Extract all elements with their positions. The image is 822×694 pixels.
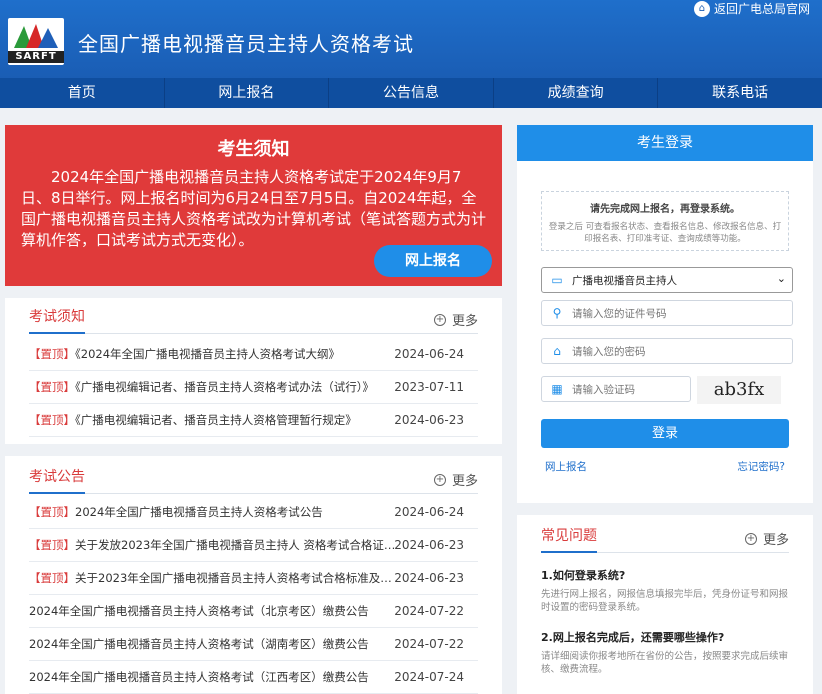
exam-notice-title: 考试须知	[29, 306, 85, 334]
item-date: 2024-06-23	[394, 571, 464, 585]
online-registration-button[interactable]: 网上报名	[374, 245, 492, 277]
item-date: 2024-07-22	[394, 637, 464, 651]
item-title: 2024年全国广播电视播音员主持人资格考试（北京考区）缴费公告	[29, 604, 369, 618]
plus-icon: +	[433, 473, 446, 486]
faq-answer: 请详细阅读你报考地所在省份的公告，按照要求完成后续审核、缴费流程。	[541, 651, 789, 675]
id-number-input[interactable]: ⚲ 请输入您的证件号码	[541, 300, 793, 326]
item-date: 2024-06-24	[394, 347, 464, 361]
site-title: 全国广播电视播音员主持人资格考试	[78, 32, 414, 56]
password-placeholder: 请输入您的密码	[572, 345, 646, 358]
exam-notice-more-link[interactable]: + 更多	[433, 310, 478, 329]
exam-announcement-header: 考试公告 + 更多	[29, 462, 478, 494]
list-item[interactable]: 【置顶】《2024年全国广播电视播音员主持人资格考试大纲》 2024-06-24	[29, 338, 478, 371]
item-title: 关于发放2023年全国广播电视播音员主持人 资格考试合格证电...	[75, 538, 401, 552]
faq-more-link[interactable]: + 更多	[744, 529, 789, 548]
exam-notice-header: 考试须知 + 更多	[29, 302, 478, 334]
item-title: 关于2023年全国广播电视播音员主持人资格考试合格标准及有...	[75, 571, 401, 585]
number-pad-icon: ▦	[551, 382, 563, 396]
return-link-label: 返回广电总局官网	[713, 2, 810, 16]
notice-body: 2024年全国广播电视播音员主持人资格考试定于2024年9月7日、8日举行。网上…	[21, 167, 491, 251]
password-input[interactable]: ⌂ 请输入您的密码	[541, 338, 793, 364]
pinned-tag: 【置顶】	[29, 505, 75, 519]
card-icon: ▭	[551, 273, 563, 287]
plus-icon: +	[744, 532, 757, 545]
nav-contact[interactable]: 联系电话	[658, 78, 822, 108]
lock-icon: ⌂	[553, 344, 561, 358]
item-date: 2023-07-11	[394, 380, 464, 394]
plus-icon: +	[433, 313, 446, 326]
item-title: 《广播电视编辑记者、播音员主持人资格管理暂行规定》	[75, 413, 357, 427]
pinned-tag: 【置顶】	[29, 380, 75, 394]
pinned-tag: 【置顶】	[29, 347, 75, 361]
item-title: 2024年全国广播电视播音员主持人资格考试（湖南考区）缴费公告	[29, 637, 369, 651]
faq-answer: 先进行网上报名，网报信息填报完毕后，凭身份证号和网报时设置的密码登录系统。	[541, 589, 789, 613]
more-label: 更多	[451, 314, 478, 329]
return-home-link[interactable]: ⌂ 返回广电总局官网	[693, 0, 810, 17]
site-header: SARFT 全国广播电视播音员主持人资格考试 ⌂ 返回广电总局官网	[0, 0, 822, 78]
exam-announcement-more-link[interactable]: + 更多	[433, 470, 478, 489]
more-label: 更多	[451, 474, 478, 489]
item-date: 2024-07-24	[394, 670, 464, 684]
sarft-logo[interactable]: SARFT	[8, 18, 64, 65]
list-item[interactable]: 2024年全国广播电视播音员主持人资格考试（江西考区）缴费公告 2024-07-…	[29, 661, 478, 694]
id-number-placeholder: 请输入您的证件号码	[572, 307, 667, 320]
item-title: 《广播电视编辑记者、播音员主持人资格考试办法（试行）》	[75, 380, 374, 394]
list-item[interactable]: 2024年全国广播电视播音员主持人资格考试（湖南考区）缴费公告 2024-07-…	[29, 628, 478, 661]
pinned-tag: 【置顶】	[29, 538, 75, 552]
item-date: 2024-07-22	[394, 604, 464, 618]
login-tip-main: 请先完成网上报名，再登录系统。	[590, 204, 740, 215]
logo-text: SARFT	[8, 51, 64, 63]
login-title: 考生登录	[517, 125, 813, 161]
pinned-tag: 【置顶】	[29, 571, 75, 585]
login-tip-sub: 登录之后 可查看报名状态、查看报名信息、修改报名信息、打印报名表、打印准考证、查…	[548, 222, 782, 244]
login-button[interactable]: 登录	[541, 419, 789, 448]
faq-question[interactable]: 1.如何登录系统?	[541, 567, 625, 583]
notice-body-text: 2024年全国广播电视播音员主持人资格考试定于2024年9月7日、8日举行。网上…	[21, 168, 487, 249]
main-nav: 首页 网上报名 公告信息 成绩查询 联系电话	[0, 78, 822, 108]
faq-panel: 常见问题 + 更多 1.如何登录系统? 先进行网上报名，网报信息填报完毕后，凭身…	[517, 515, 813, 694]
nav-online-registration[interactable]: 网上报名	[165, 78, 330, 108]
list-item[interactable]: 【置顶】关于发放2023年全国广播电视播音员主持人 资格考试合格证电... 20…	[29, 529, 478, 562]
login-tip-box: 请先完成网上报名，再登录系统。 登录之后 可查看报名状态、查看报名信息、修改报名…	[541, 191, 789, 251]
exam-notice-panel: 考试须知 + 更多 【置顶】《2024年全国广播电视播音员主持人资格考试大纲》 …	[5, 298, 502, 444]
list-item[interactable]: 【置顶】《广播电视编辑记者、播音员主持人资格管理暂行规定》 2024-06-23	[29, 404, 478, 437]
captcha-image[interactable]: ab3fx	[697, 376, 781, 404]
exam-announcement-title: 考试公告	[29, 466, 85, 494]
exam-announcement-panel: 考试公告 + 更多 【置顶】2024年全国广播电视播音员主持人资格考试公告 20…	[5, 456, 502, 694]
list-item[interactable]: 2024年全国广播电视播音员主持人资格考试（北京考区）缴费公告 2024-07-…	[29, 595, 478, 628]
exam-type-selected: 广播电视播音员主持人	[572, 274, 677, 287]
item-date: 2024-06-24	[394, 505, 464, 519]
captcha-input[interactable]: ▦ 请输入验证码	[541, 376, 691, 402]
list-item[interactable]: 【置顶】《广播电视编辑记者、播音员主持人资格考试办法（试行）》 2023-07-…	[29, 371, 478, 404]
logo-mark-icon	[14, 24, 58, 48]
candidate-login-panel: 考生登录 请先完成网上报名，再登录系统。 登录之后 可查看报名状态、查看报名信息…	[517, 125, 813, 503]
item-title: 2024年全国广播电视播音员主持人资格考试（江西考区）缴费公告	[29, 670, 369, 684]
home-icon: ⌂	[693, 0, 710, 17]
captcha-placeholder: 请输入验证码	[572, 383, 635, 396]
forgot-password-link[interactable]: 忘记密码?	[737, 459, 785, 474]
faq-header: 常见问题 + 更多	[541, 521, 789, 553]
item-title: 《2024年全国广播电视播音员主持人资格考试大纲》	[75, 347, 341, 361]
pinned-tag: 【置顶】	[29, 413, 75, 427]
more-label: 更多	[762, 533, 789, 548]
list-item[interactable]: 【置顶】关于2023年全国广播电视播音员主持人资格考试合格标准及有... 202…	[29, 562, 478, 595]
exam-type-select[interactable]: ▭ 广播电视播音员主持人 ⌄	[541, 267, 793, 293]
list-item[interactable]: 【置顶】2024年全国广播电视播音员主持人资格考试公告 2024-06-24	[29, 496, 478, 529]
item-title: 2024年全国广播电视播音员主持人资格考试公告	[75, 505, 323, 519]
user-icon: ⚲	[552, 306, 562, 320]
login-links: 网上报名 忘记密码?	[545, 459, 785, 474]
nav-score-query[interactable]: 成绩查询	[494, 78, 659, 108]
nav-home[interactable]: 首页	[0, 78, 165, 108]
faq-question[interactable]: 2.网上报名完成后，还需要哪些操作?	[541, 629, 724, 645]
register-link[interactable]: 网上报名	[545, 461, 587, 473]
candidate-notice-banner: 考生须知 2024年全国广播电视播音员主持人资格考试定于2024年9月7日、8日…	[5, 125, 502, 286]
item-date: 2024-06-23	[394, 538, 464, 552]
notice-title: 考生须知	[217, 139, 290, 160]
item-date: 2024-06-23	[394, 413, 464, 427]
faq-title: 常见问题	[541, 525, 597, 553]
chevron-down-icon: ⌄	[776, 272, 786, 285]
nav-announcements[interactable]: 公告信息	[329, 78, 494, 108]
